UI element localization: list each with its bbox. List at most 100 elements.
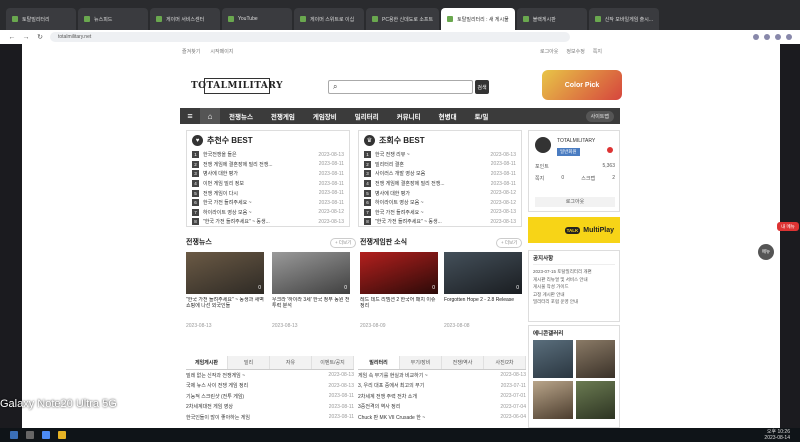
search-input[interactable]: ⌕ — [328, 80, 473, 94]
board-tab[interactable]: 사진/2차 — [484, 356, 526, 369]
news-thumbnail[interactable]: 0 — [444, 252, 522, 294]
notice-item[interactable]: 2023-07-15 토탈밀리터리 개편 — [533, 268, 615, 276]
more-button[interactable]: + 더보기 — [496, 238, 523, 248]
notice-item[interactable]: 고정 게시판 안내 — [533, 291, 615, 299]
item-title[interactable]: 3중전격의 역사 정리 — [358, 403, 496, 410]
item-title[interactable]: 이번 게임 밀리 정보 — [203, 180, 310, 187]
notice-item[interactable]: 게시판 리뉴얼 및 서비스 안내 — [533, 276, 615, 284]
home-icon[interactable]: ⌂ — [200, 108, 220, 124]
gallery-thumb[interactable] — [533, 381, 573, 419]
quick-menu-button[interactable]: 내 메뉴 — [777, 222, 799, 231]
news-thumbnail[interactable]: 0 — [186, 252, 264, 294]
list-item[interactable]: 1 한국 전쟁 리뷰 ~ 2023-08-13 — [364, 150, 516, 160]
list-item[interactable]: 6 하이라이트 영상 모음 ~ 2023-08-12 — [364, 198, 516, 208]
item-title[interactable]: 사이러스 개발 영상 모음 — [375, 170, 482, 177]
list-item[interactable]: 2차세계대전 게임 영상 2023-08-11 — [186, 402, 354, 413]
board-tab[interactable]: 이벤트/공지 — [312, 356, 354, 369]
list-item[interactable]: 5 전쟁 게임이 다시 2023-08-11 — [192, 188, 344, 198]
gallery-thumb[interactable] — [533, 340, 573, 378]
back-icon[interactable]: ← — [8, 33, 16, 41]
list-item[interactable]: 5 병사에 대한 평가 2023-08-12 — [364, 188, 516, 198]
search-icon[interactable] — [26, 431, 34, 439]
list-item[interactable]: 게임 속 무기를 현실과 비교하기 ~ 2023-08-13 — [358, 370, 526, 381]
browser-tab[interactable]: 뉴스피드 — [78, 8, 148, 30]
browser-tab[interactable]: 토탈밀리터리 — [6, 8, 76, 30]
item-title[interactable]: 국제 뉴스 사이 전쟁 게임 정리 — [186, 382, 324, 389]
browser-tab[interactable]: 토탈밀리터리 : 새 게시물 — [441, 8, 515, 30]
notice-item[interactable]: 밀리터리 포럼 운영 안내 — [533, 298, 615, 306]
list-item[interactable]: 3 사이러스 개발 영상 모음 2023-08-11 — [364, 169, 516, 179]
board-tab[interactable]: 전쟁/역사 — [442, 356, 484, 369]
item-title[interactable]: 하이라이트 영상 모음 ~ — [375, 199, 482, 206]
item-title[interactable]: 하이라이트 영상 모음 ~ — [203, 209, 310, 216]
item-title[interactable]: 한국 가전 들려주세요 ~ — [203, 199, 310, 206]
item-title[interactable]: "한국 가전 들려주세요" ~ 동생... — [375, 218, 482, 225]
more-button[interactable]: + 더보기 — [330, 238, 357, 248]
nav-item[interactable]: 커뮤니티 — [388, 111, 430, 121]
news-card[interactable]: 0 우크라 '하이라 3세' 한국 정부 동원 전투력 분석 2023-08-1… — [272, 252, 350, 329]
list-item[interactable]: 기능적 스크린샷 (전투 게임) 2023-08-11 — [186, 391, 354, 402]
item-title[interactable]: 2차세계대전 게임 영상 — [186, 403, 324, 410]
item-title[interactable]: 전쟁 게임에 결혼장에 밀리 전쟁... — [375, 180, 482, 187]
list-item[interactable]: 2 밀리터리 결혼 2023-08-11 — [364, 160, 516, 170]
board-tab[interactable]: 자유 — [270, 356, 312, 369]
search-button[interactable]: 검색 — [475, 80, 489, 94]
util-link[interactable]: 시작페이지 — [210, 48, 233, 55]
item-title[interactable]: 게임 속 무기를 현실과 비교하기 ~ — [358, 372, 496, 379]
list-item[interactable]: 3중전격의 역사 정리 2023-07-04 — [358, 402, 526, 413]
board-tab[interactable]: 밀리터리 — [358, 356, 400, 369]
system-clock[interactable]: 오후 10:26 2023-08-14 — [764, 429, 790, 441]
multiplay-banner[interactable]: TALK MultiPlay — [528, 217, 620, 243]
item-title[interactable]: Chuck 판 MK VII Crusade 한 ~ — [358, 414, 496, 421]
util-link[interactable]: 쪽지 — [593, 48, 602, 55]
list-item[interactable]: 국제 뉴스 사이 전쟁 게임 정리 2023-08-13 — [186, 381, 354, 392]
sitemap-button[interactable]: 사이트맵 — [585, 110, 614, 122]
news-card[interactable]: 0 "한국 가전 들려주세요" ~ 동생과 새벽 쇼핑에 나선 외국인들 202… — [186, 252, 264, 329]
nav-item[interactable]: 게임장비 — [304, 111, 346, 121]
list-item[interactable]: 8 "한국 가전 들려주세요" ~ 동생... 2023-08-13 — [364, 217, 516, 227]
list-item[interactable]: 1 한국전쟁을 들은 2023-08-13 — [192, 150, 344, 160]
list-item[interactable]: 4 전쟁 게임에 결혼장에 밀리 전쟁... 2023-08-11 — [364, 179, 516, 189]
gallery-thumb[interactable] — [575, 340, 615, 378]
item-title[interactable]: 3, 우리 대포 중에서 최고의 무기 — [358, 382, 496, 389]
util-link[interactable]: 로그아웃 — [540, 48, 558, 55]
profile-icon[interactable] — [786, 34, 792, 40]
nav-item[interactable]: 전쟁뉴스 — [220, 111, 262, 121]
board-tab[interactable]: 게임게시판 — [186, 356, 228, 369]
list-item[interactable]: 한국인들이 많이 좋아하는 게임 2023-08-11 — [186, 412, 354, 423]
list-item[interactable]: 3, 우리 대포 중에서 최고의 무기 2023-07-11 — [358, 381, 526, 392]
util-link[interactable]: 정보수정 — [566, 48, 584, 55]
notice-title[interactable]: 공지사항 — [533, 254, 615, 265]
notice-item[interactable]: 게시물 작성 가이드 — [533, 283, 615, 291]
item-title[interactable]: 기능적 스크린샷 (전투 게임) — [186, 393, 324, 400]
item-title[interactable]: 한국 가전 들려주세요 ~ — [375, 209, 482, 216]
list-item[interactable]: 2 전쟁 게임에 결혼장에 밀리 전쟁... 2023-08-11 — [192, 160, 344, 170]
site-logo[interactable]: TOTALMILITARY — [191, 78, 283, 94]
item-title[interactable]: 전쟁 게임에 결혼장에 밀리 전쟁... — [203, 161, 310, 168]
list-item[interactable]: 7 한국 가전 들려주세요 ~ 2023-08-13 — [364, 208, 516, 218]
start-icon[interactable] — [10, 431, 18, 439]
list-item[interactable]: 7 하이라이트 영상 모음 ~ 2023-08-12 — [192, 208, 344, 218]
extension-icon[interactable] — [764, 34, 770, 40]
item-title[interactable]: 2차세계 전쟁 주력 전차 소개 — [358, 393, 496, 400]
forward-icon[interactable]: → — [22, 33, 30, 41]
browser-tab[interactable]: 신작 모바일게임 출시... — [588, 8, 660, 30]
item-title[interactable]: 밀레 없는 신작과 전쟁게임 ~ — [186, 372, 324, 379]
news-thumbnail[interactable]: 0 — [272, 252, 350, 294]
logout-button[interactable]: 로그아웃 — [535, 197, 615, 207]
browser-icon[interactable] — [42, 431, 50, 439]
list-item[interactable]: 8 "한국 가전 들려주세요" ~ 동생... 2023-08-13 — [192, 217, 344, 227]
extension-icon[interactable] — [775, 34, 781, 40]
gallery-title[interactable]: 에니콘갤러리 — [533, 329, 615, 337]
browser-tab[interactable]: 블랙게시판 — [516, 8, 587, 30]
item-title[interactable]: 전쟁 게임이 다시 — [203, 190, 310, 197]
list-item[interactable]: Chuck 판 MK VII Crusade 한 ~ 2023-06-04 — [358, 412, 526, 423]
util-link[interactable]: 즐겨찾기 — [182, 48, 200, 55]
list-item[interactable]: 4 이번 게임 밀리 정보 2023-08-11 — [192, 179, 344, 189]
board-tab[interactable]: 무기/장비 — [400, 356, 442, 369]
game-news-card[interactable]: 0 레드 데드 리뎀션 2 한국어 패치 이슈 정리 2023-08-09 — [360, 252, 438, 329]
hamburger-icon[interactable]: ≡ — [180, 111, 200, 121]
list-item[interactable]: 3 병사에 대한 평가 2023-08-11 — [192, 169, 344, 179]
item-title[interactable]: 밀리터리 결혼 — [375, 161, 482, 168]
item-title[interactable]: 병사에 대한 평가 — [203, 170, 310, 177]
